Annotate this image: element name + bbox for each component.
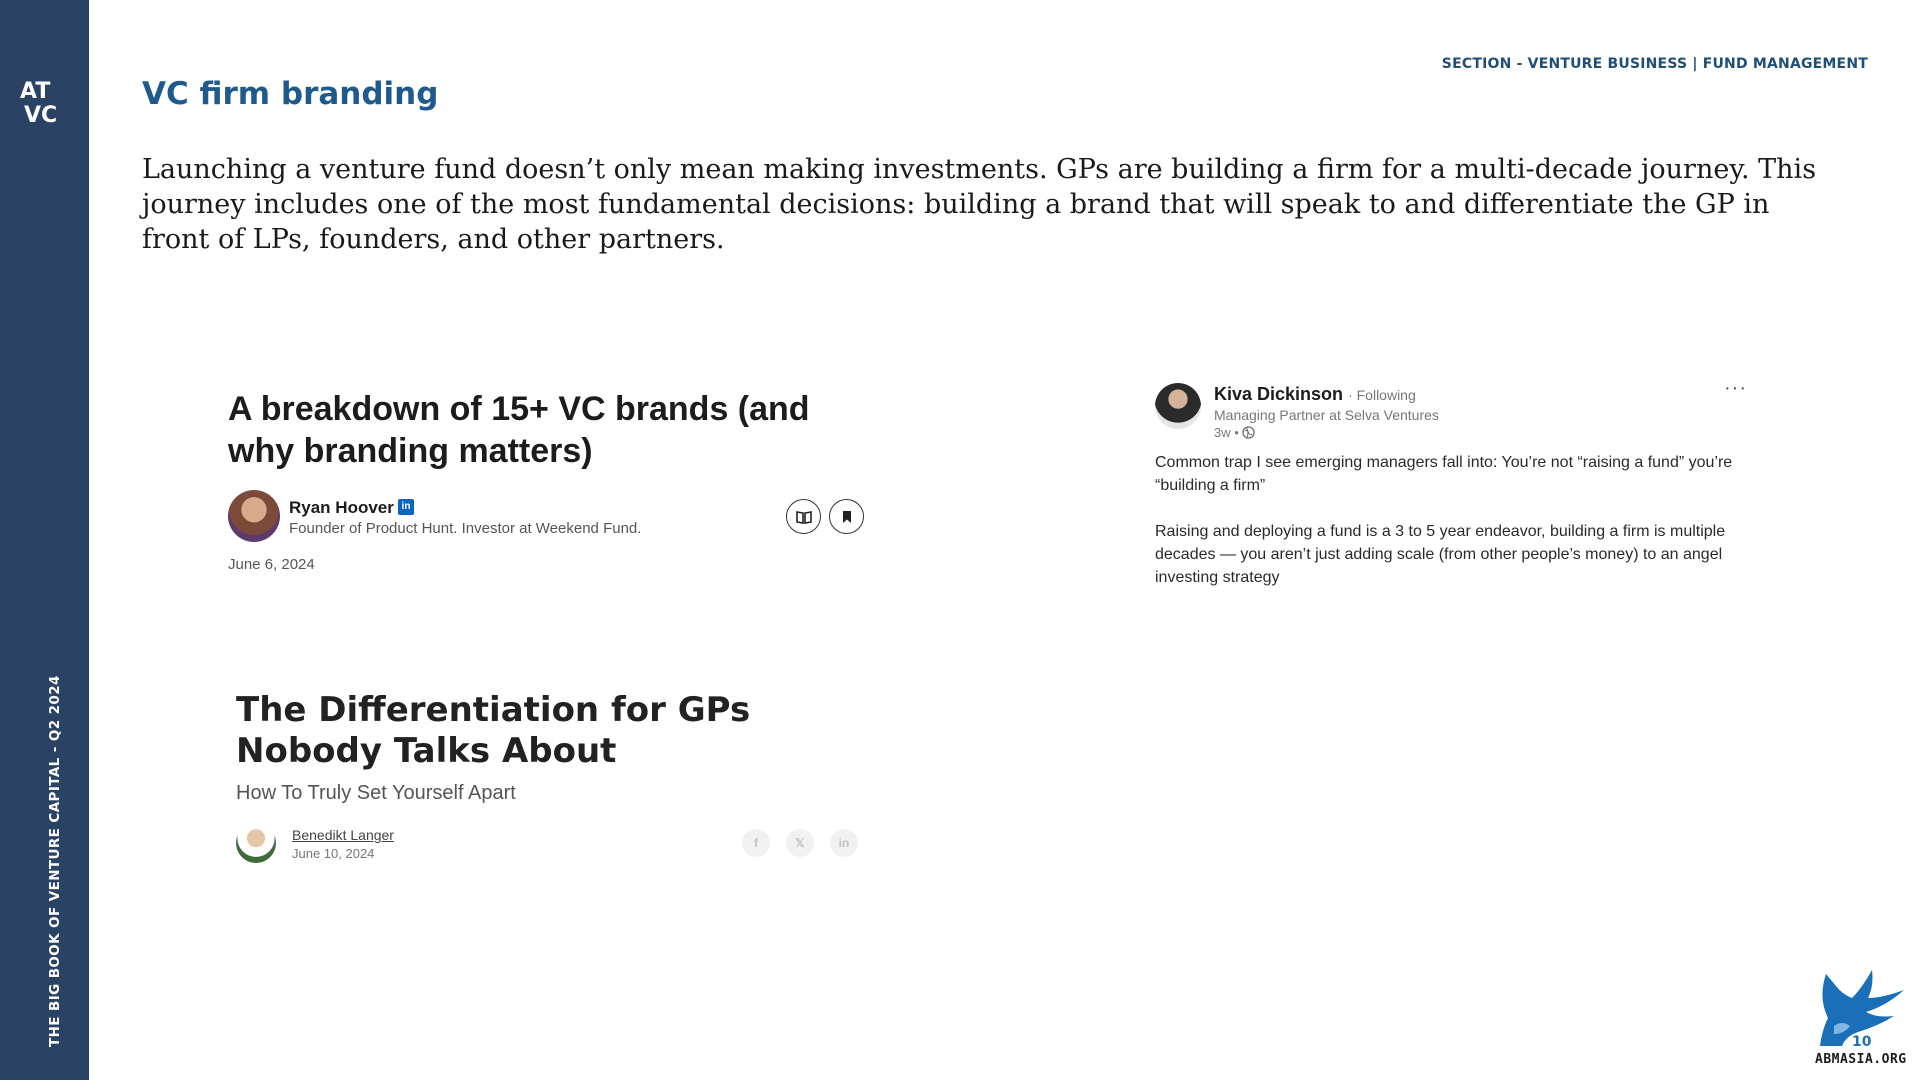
- author-row: Ryan Hoover in Founder of Product Hunt. …: [228, 490, 868, 544]
- avatar[interactable]: [1155, 383, 1201, 429]
- x-icon[interactable]: 𝕏: [786, 829, 814, 857]
- author-role: Managing Partner at Selva Ventures: [1214, 407, 1439, 423]
- bookmark-icon: [843, 511, 851, 523]
- author-name[interactable]: Kiva Dickinson: [1214, 384, 1343, 404]
- post-body: Common trap I see emerging managers fall…: [1155, 451, 1767, 589]
- author-link[interactable]: Benedikt Langer: [292, 827, 394, 843]
- more-options-icon[interactable]: ···: [1724, 377, 1747, 400]
- book-title-vertical: THE BIG BOOK OF VENTURE CAPITAL - Q2 202…: [47, 675, 63, 1047]
- svg-text:AT: AT: [20, 79, 50, 104]
- section-label: SECTION - VENTURE BUSINESS | FUND MANAGE…: [1441, 56, 1868, 72]
- author-bio: Founder of Product Hunt. Investor at Wee…: [289, 520, 642, 537]
- article-card-differentiation[interactable]: The Differentiation for GPs Nobody Talks…: [236, 690, 876, 867]
- bookmark-button[interactable]: [829, 499, 864, 534]
- article-headline[interactable]: A breakdown of 15+ VC brands (and why br…: [228, 388, 868, 472]
- bird-logo: 10: [1820, 970, 1904, 1050]
- post-paragraph: Raising and deploying a fund is a 3 to 5…: [1155, 523, 1726, 586]
- globe-icon: [1242, 426, 1256, 439]
- article-date: June 6, 2024: [228, 556, 315, 573]
- post-meta: 3w •: [1214, 425, 1256, 440]
- svg-text:VC: VC: [24, 103, 57, 128]
- page-title: VC firm branding: [142, 76, 439, 112]
- post-paragraph: Common trap I see emerging managers fall…: [1155, 454, 1733, 494]
- article-headline[interactable]: The Differentiation for GPs Nobody Talks…: [236, 690, 876, 772]
- post-author-name[interactable]: Kiva Dickinson · Following: [1214, 384, 1416, 405]
- article-card-vc-brands[interactable]: A breakdown of 15+ VC brands (and why br…: [228, 388, 868, 573]
- post-age: 3w •: [1214, 425, 1239, 440]
- avatar[interactable]: [236, 823, 276, 863]
- article-date: June 10, 2024: [292, 846, 375, 861]
- watermark-number: 10: [1852, 1034, 1872, 1050]
- linkedin-icon[interactable]: in: [398, 499, 414, 515]
- author-name[interactable]: Ryan Hoover: [289, 498, 394, 518]
- watermark: 10 ABMASIA.ORG: [1812, 968, 1920, 1080]
- book-open-icon: [796, 511, 812, 524]
- read-button[interactable]: [786, 499, 821, 534]
- intro-paragraph: Launching a venture fund doesn’t only me…: [142, 154, 1817, 255]
- linkedin-icon[interactable]: in: [830, 829, 858, 857]
- facebook-icon[interactable]: f: [742, 829, 770, 857]
- follow-status: · Following: [1348, 387, 1416, 403]
- article-subtitle: How To Truly Set Yourself Apart: [236, 782, 516, 804]
- sidebar: AT VC THE BIG BOOK OF VENTURE CAPITAL - …: [0, 0, 89, 1080]
- author-row: Benedikt Langer June 10, 2024 f 𝕏 in: [236, 823, 876, 867]
- atvc-logo: AT VC: [20, 79, 57, 128]
- watermark-caption: ABMASIA.ORG: [1815, 1052, 1907, 1067]
- avatar[interactable]: [228, 490, 280, 542]
